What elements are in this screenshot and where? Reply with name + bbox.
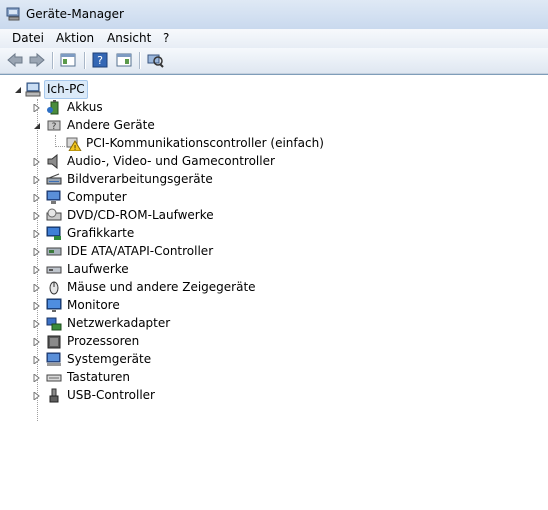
expand-triangle-icon[interactable] [33,320,41,328]
expand-triangle-icon[interactable] [33,176,41,184]
dvd-drive-icon [46,208,62,221]
scan-hardware-icon[interactable] [146,52,164,68]
category-label: DVD/CD-ROM-Laufwerke [67,208,214,222]
title-bar: Geräte-Manager [0,0,548,30]
menu-datei[interactable]: Datei [12,31,44,45]
category-label: USB-Controller [67,388,155,402]
toolbar-separator [52,52,53,69]
network-adapter-icon [46,317,62,331]
device-tree[interactable]: Ich-PC Akkus? Andere Geräte! PCI-Kommunika… [0,74,548,510]
warning-device-icon: ! [66,137,82,151]
category-label: Grafikkarte [67,226,135,240]
category-label: IDE ATA/ATAPI-Controller [67,244,214,258]
category-label: Systemgeräte [67,352,152,366]
disk-drive-icon [46,266,62,274]
unknown-device-icon: ? [47,120,61,132]
toolbar: ? [0,48,548,74]
toolbar-separator [139,52,140,69]
toolbar-separator [84,52,85,69]
category-label: Prozessoren [67,334,140,348]
monitor-icon [46,298,62,312]
category-label: Tastaturen [67,370,130,384]
tree-root-label: Ich-PC [44,80,88,99]
menu-aktion[interactable]: Aktion [56,31,94,45]
menu-bar: Datei Aktion Ansicht ? [0,29,548,49]
expand-triangle-icon[interactable] [33,284,41,292]
device-label: PCI-Kommunikationscontroller (einfach) [86,136,324,150]
expand-triangle-icon[interactable] [33,392,41,400]
ide-controller-icon [46,247,62,256]
mouse-icon [49,281,59,295]
collapse-triangle-icon[interactable] [14,86,22,94]
expand-triangle-icon[interactable] [33,356,41,364]
graphics-card-icon [46,226,61,240]
category-label: Audio-, Video- und Gamecontroller [67,154,275,168]
device-manager-icon [6,7,20,21]
forward-arrow-icon[interactable] [28,52,46,68]
category-label: Mäuse und andere Zeigegeräte [67,280,256,294]
category-label: Computer [67,190,127,204]
expand-triangle-icon[interactable] [33,266,41,274]
processor-icon [47,335,61,349]
expand-triangle-icon[interactable] [33,302,41,310]
expand-triangle-icon[interactable] [33,230,41,238]
expand-triangle-icon[interactable] [33,158,41,166]
category-label: Bildverarbeitungsgeräte [67,172,213,186]
category-label: Andere Geräte [67,118,155,132]
help-icon[interactable]: ? [91,52,109,68]
computer-icon [46,190,61,204]
battery-icon [47,100,59,115]
menu-ansicht[interactable]: Ansicht [107,31,151,45]
tree-connector [55,146,65,147]
category-label: Akkus [67,100,103,114]
window-title: Geräte-Manager [26,7,124,21]
svg-text:?: ? [52,122,57,132]
back-arrow-icon[interactable] [6,52,24,68]
menu-help[interactable]: ? [163,31,169,45]
expand-triangle-icon[interactable] [33,338,41,346]
expand-triangle-icon[interactable] [33,374,41,382]
keyboard-icon [46,374,62,382]
tree-connector [37,99,38,421]
expand-triangle-icon[interactable] [33,104,41,112]
category-label: Laufwerke [67,262,129,276]
category-label: Netzwerkadapter [67,316,171,330]
usb-icon [49,388,59,403]
expand-triangle-icon[interactable] [33,194,41,202]
svg-text:?: ? [97,54,103,67]
speaker-icon [47,154,58,169]
show-hide-console-tree-icon[interactable] [59,52,77,68]
expand-triangle-icon[interactable] [33,212,41,220]
category-label: Monitore [67,298,120,312]
system-device-icon [46,352,61,366]
expand-triangle-icon[interactable] [33,248,41,256]
svg-text:!: ! [74,144,77,151]
computer-icon [25,82,41,97]
scanner-icon [46,173,62,185]
properties-icon[interactable] [115,52,133,68]
collapse-triangle-icon[interactable] [33,122,41,130]
